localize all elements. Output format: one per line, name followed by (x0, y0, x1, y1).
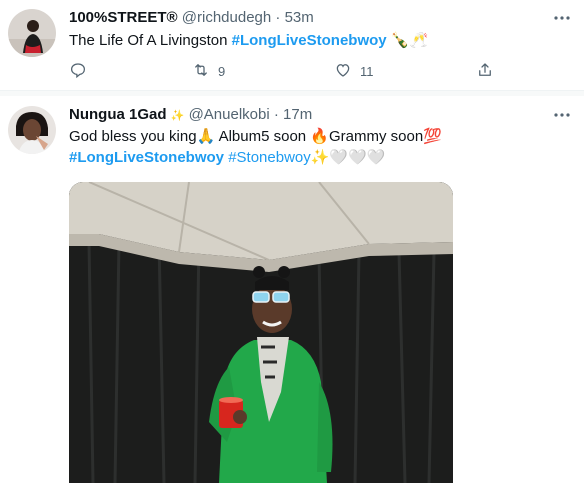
like-button[interactable]: 11 (334, 61, 374, 81)
timestamp[interactable]: 17m (283, 106, 312, 123)
heart-icon (334, 61, 352, 82)
avatar[interactable] (8, 9, 56, 57)
hashtag-link[interactable]: #Stonebwoy (228, 149, 311, 166)
tweet-text: God bless you king🙏 Album5 soon 🔥Grammy … (69, 126, 442, 168)
like-count: 11 (360, 63, 374, 79)
timestamp[interactable]: 53m (285, 9, 314, 26)
more-horizontal-icon[interactable] (552, 105, 572, 125)
tweet-text: The Life Of A Livingston #LongLiveStoneb… (69, 30, 428, 51)
hashtag-link[interactable]: #LongLiveStonebwoy (69, 149, 224, 166)
tweet-text-plain: The Life Of A Livingston (69, 32, 232, 49)
tweet-media-photo[interactable] (69, 182, 453, 483)
handle[interactable]: @richdudegh (182, 9, 271, 26)
hashtag-link[interactable]: #LongLiveStonebwoy (232, 32, 387, 49)
separator-dot: · (275, 9, 281, 26)
separator-dot: · (273, 106, 279, 123)
reply-button[interactable] (69, 61, 87, 81)
tweet-text-line1: God bless you king🙏 Album5 soon 🔥Grammy … (69, 128, 442, 145)
tweet-actions: 9 11 (69, 61, 499, 81)
retweet-button[interactable]: 9 (192, 61, 225, 81)
tweet-text-emoji: 🍾🥂 (386, 32, 429, 49)
display-name[interactable]: Nungua 1Gad (69, 106, 167, 123)
reply-icon (69, 61, 87, 82)
tweet-2[interactable]: Nungua 1Gad ✨ @Anuelkobi · 17m God bless… (0, 96, 584, 483)
avatar[interactable] (8, 106, 56, 154)
name-badge: ✨ (170, 110, 185, 122)
display-name[interactable]: 100%STREET® (69, 9, 178, 26)
more-horizontal-icon[interactable] (552, 8, 572, 28)
retweet-count: 9 (218, 63, 226, 79)
tweet-text-line2: #LongLiveStonebwoy #Stonebwoy✨🤍🤍🤍 (69, 147, 442, 168)
tweet-text-emoji: ✨🤍🤍🤍 (310, 149, 386, 166)
tweet-header: Nungua 1Gad ✨ @Anuelkobi · 17m (69, 105, 312, 126)
handle[interactable]: @Anuelkobi (189, 106, 270, 123)
retweet-icon (192, 61, 210, 82)
tweet-header: 100%STREET® @richdudegh · 53m (69, 8, 314, 28)
share-button[interactable] (476, 61, 494, 81)
share-icon (476, 61, 494, 82)
tweet-1[interactable]: 100%STREET® @richdudegh · 53m The Life O… (0, 0, 584, 91)
